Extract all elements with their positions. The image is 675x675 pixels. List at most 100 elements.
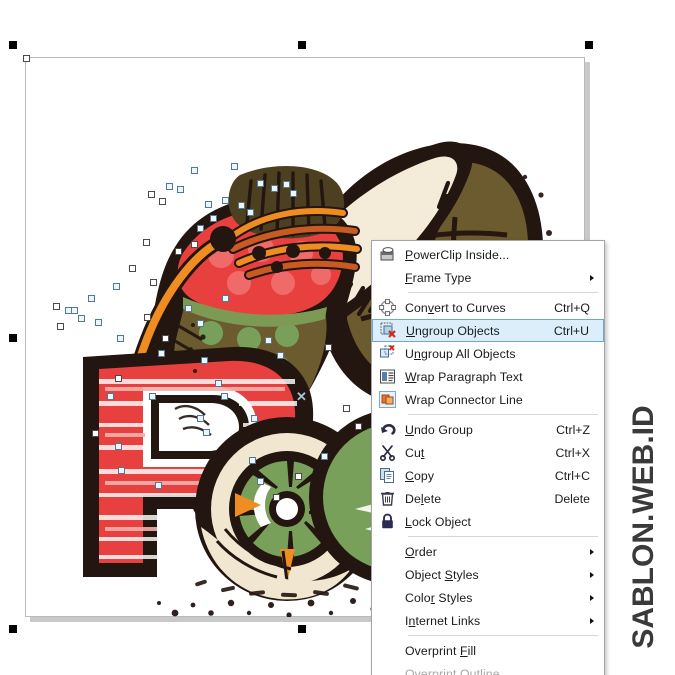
node-handle[interactable] (321, 453, 328, 460)
node-handle[interactable] (166, 183, 173, 190)
context-menu[interactable]: PowerClip Inside... Frame Type Convert t… (371, 240, 605, 675)
chevron-right-icon (590, 594, 594, 601)
menu-item-overprint-fill[interactable]: Overprint Fill (372, 639, 604, 662)
node-handle[interactable] (155, 482, 162, 489)
node-handle[interactable] (117, 335, 124, 342)
menu-item-internet-links[interactable]: Internet Links (372, 609, 604, 632)
node-handle[interactable] (215, 380, 222, 387)
node-handle[interactable] (201, 357, 208, 364)
node-handle[interactable] (143, 239, 150, 246)
menu-item-label: PowerClip Inside... (405, 247, 510, 262)
node-handle[interactable] (129, 265, 136, 272)
node-handle[interactable] (249, 457, 256, 464)
node-handle[interactable] (257, 478, 264, 485)
blank-icon (372, 563, 402, 586)
menu-item-lock-object[interactable]: Lock Object (372, 510, 604, 533)
node-handle[interactable] (343, 405, 350, 412)
node-handle[interactable] (325, 344, 332, 351)
menu-item-undo-group[interactable]: Undo Group Ctrl+Z (372, 418, 604, 441)
node-handle[interactable] (222, 295, 229, 302)
node-handle[interactable] (295, 473, 302, 480)
node-handle[interactable] (158, 350, 165, 357)
ungroup-objects-icon (373, 319, 403, 342)
node-handle[interactable] (231, 163, 238, 170)
node-handle[interactable] (197, 320, 204, 327)
node-handle[interactable] (283, 181, 290, 188)
node-handle[interactable] (65, 307, 72, 314)
node-handle[interactable] (95, 319, 102, 326)
node-handle[interactable] (162, 335, 169, 342)
node-handle[interactable] (148, 191, 155, 198)
node-handle[interactable] (265, 337, 272, 344)
selection-handle-bottom-center[interactable] (297, 624, 307, 634)
node-handle[interactable] (175, 248, 182, 255)
node-handle[interactable] (159, 198, 166, 205)
node-handle[interactable] (149, 393, 156, 400)
node-handle[interactable] (113, 283, 120, 290)
node-handle[interactable] (205, 201, 212, 208)
node-handle[interactable] (118, 467, 125, 474)
node-handle[interactable] (88, 295, 95, 302)
node-handle[interactable] (78, 315, 85, 322)
node-handle[interactable] (185, 305, 192, 312)
node-handle[interactable] (273, 494, 280, 501)
node-handle[interactable] (277, 352, 284, 359)
chevron-right-icon (590, 274, 594, 281)
menu-item-delete[interactable]: Delete Delete (372, 487, 604, 510)
node-handle[interactable] (177, 186, 184, 193)
menu-item-color-styles[interactable]: Color Styles (372, 586, 604, 609)
menu-item-wrap-connector-line[interactable]: Wrap Connector Line (372, 388, 604, 411)
node-handle[interactable] (222, 197, 229, 204)
menu-item-ungroup-objects[interactable]: Ungroup Objects Ctrl+U (372, 319, 604, 342)
node-handle[interactable] (238, 202, 245, 209)
menu-item-accel: Ctrl+C (554, 468, 590, 483)
node-handle[interactable] (221, 393, 228, 400)
node-handle[interactable] (290, 190, 297, 197)
node-handle[interactable] (144, 314, 151, 321)
menu-separator (408, 635, 598, 636)
node-handle[interactable] (210, 215, 217, 222)
node-handle[interactable] (247, 209, 254, 216)
menu-item-copy[interactable]: Copy Ctrl+C (372, 464, 604, 487)
selection-handle-top-left[interactable] (8, 40, 18, 50)
menu-item-powerclip-inside[interactable]: PowerClip Inside... (372, 243, 604, 266)
menu-item-label: Convert to Curves (405, 300, 506, 315)
menu-item-accel: Ctrl+X (555, 445, 590, 460)
node-handle[interactable] (203, 429, 210, 436)
node-handle[interactable] (271, 185, 278, 192)
watermark-text: SABLON.WEB.ID (627, 405, 660, 649)
node-handle[interactable] (107, 393, 114, 400)
node-handle[interactable] (251, 415, 258, 422)
node-handle[interactable] (92, 430, 99, 437)
node-handle[interactable] (355, 423, 362, 430)
selection-handle-middle-left[interactable] (8, 333, 18, 343)
menu-item-object-styles[interactable]: Object Styles (372, 563, 604, 586)
menu-item-frame-type[interactable]: Frame Type (372, 266, 604, 289)
menu-item-wrap-paragraph-text[interactable]: Wrap Paragraph Text (372, 365, 604, 388)
node-handle[interactable] (115, 443, 122, 450)
blank-icon (372, 662, 402, 675)
menu-item-order[interactable]: Order (372, 540, 604, 563)
node-handle[interactable] (115, 375, 122, 382)
node-handle[interactable] (257, 180, 264, 187)
node-handle[interactable] (53, 303, 60, 310)
node-handle[interactable] (191, 241, 198, 248)
node-handle[interactable] (191, 167, 198, 174)
selection-handle-top-right[interactable] (584, 40, 594, 50)
wrap-paragraph-text-icon (372, 365, 402, 388)
blank-icon (372, 609, 402, 632)
selection-origin-node[interactable] (23, 55, 30, 62)
delete-icon (372, 487, 402, 510)
selection-handle-top-center[interactable] (297, 40, 307, 50)
menu-item-convert-to-curves[interactable]: Convert to Curves Ctrl+Q (372, 296, 604, 319)
node-handle[interactable] (57, 323, 64, 330)
node-handle[interactable] (197, 415, 204, 422)
selection-handle-bottom-left[interactable] (8, 624, 18, 634)
menu-item-cut[interactable]: Cut Ctrl+X (372, 441, 604, 464)
menu-item-label: Color Styles (405, 590, 473, 605)
node-handle[interactable] (150, 279, 157, 286)
menu-item-ungroup-all-objects[interactable]: Ungroup All Objects (372, 342, 604, 365)
menu-separator (408, 536, 598, 537)
node-handle[interactable] (197, 225, 204, 232)
node-handle[interactable] (71, 307, 78, 314)
